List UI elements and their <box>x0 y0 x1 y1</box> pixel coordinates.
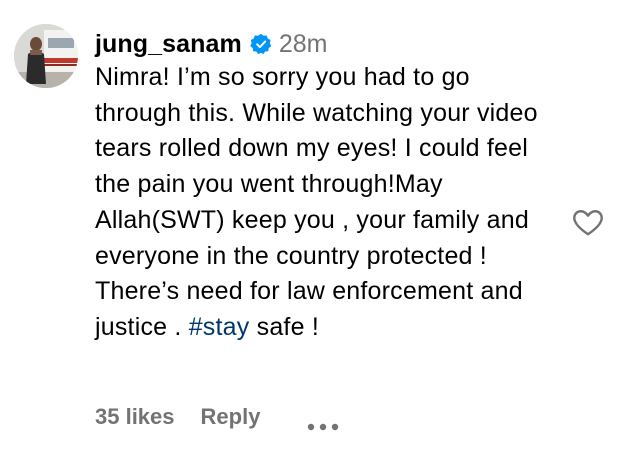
comment-timestamp: 28m <box>278 29 328 58</box>
likes-count-link[interactable]: 35 likes <box>95 404 175 430</box>
more-options-icon[interactable] <box>306 412 340 431</box>
comment-text-end: safe ! <box>249 312 319 341</box>
comment-header: jung_sanam 28m <box>95 26 328 62</box>
heart-outline-icon[interactable] <box>571 205 605 239</box>
comment-text-main: Nimra! I’m so sorry you had to go throug… <box>95 63 538 341</box>
verified-badge-icon <box>250 33 272 55</box>
hashtag-link[interactable]: #stay <box>189 313 250 341</box>
comment-footer: 35 likes Reply <box>95 400 340 434</box>
avatar-photo <box>14 24 78 88</box>
reply-button[interactable]: Reply <box>201 404 261 430</box>
comment-text: Nimra! I’m so sorry you had to go throug… <box>95 60 550 346</box>
comment-item: jung_sanam 28m Nimra! I’m so sorry you h… <box>0 0 620 451</box>
username-link[interactable]: jung_sanam <box>95 30 242 59</box>
avatar[interactable] <box>14 24 78 88</box>
